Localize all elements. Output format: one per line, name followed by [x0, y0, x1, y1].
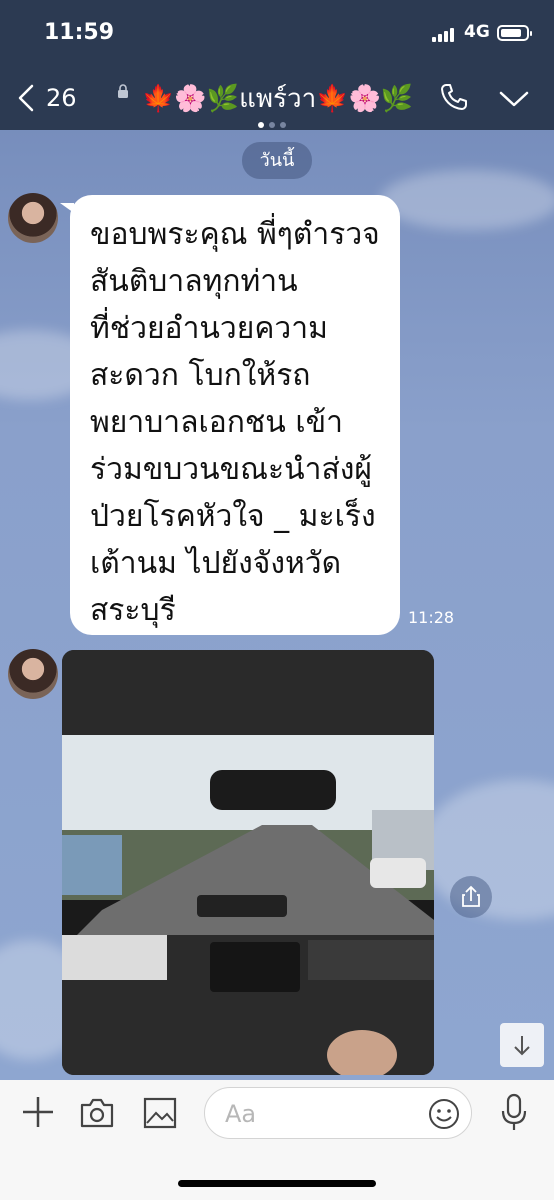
- message-time: 11:28: [408, 608, 455, 627]
- home-indicator: [178, 1180, 376, 1187]
- lock-icon: [118, 84, 128, 98]
- page-indicator: [258, 113, 291, 132]
- arrow-down-icon: [514, 1036, 530, 1056]
- microphone-icon[interactable]: [498, 1092, 530, 1132]
- signal-icon: [432, 28, 458, 42]
- message-input-field[interactable]: [204, 1087, 472, 1139]
- scroll-down-button[interactable]: [500, 1023, 544, 1067]
- unread-count: 26: [46, 84, 77, 112]
- phone-icon[interactable]: [439, 82, 469, 112]
- top-bar: 11:59 4G 26 🍁🌸🌿แพร์วา🍁🌸🌿: [0, 0, 554, 130]
- share-icon: [462, 885, 480, 907]
- camera-icon[interactable]: [79, 1096, 115, 1130]
- sender-avatar[interactable]: [8, 649, 58, 699]
- chevron-left-icon: [18, 84, 34, 112]
- plus-icon[interactable]: [20, 1094, 56, 1130]
- message-input[interactable]: [223, 1098, 417, 1130]
- chevron-down-icon[interactable]: [499, 89, 529, 109]
- share-button[interactable]: [450, 876, 492, 918]
- battery-icon: [497, 25, 532, 41]
- emoji-icon[interactable]: [427, 1097, 461, 1131]
- message-text: ขอบพระคุณ พี่ๆตำรวจ สันติบาลทุกท่าน ที่ช…: [90, 217, 380, 628]
- date-divider: วันนี้: [242, 142, 312, 179]
- sender-avatar[interactable]: [8, 193, 58, 243]
- message-bubble[interactable]: ขอบพระคุณ พี่ๆตำรวจ สันติบาลทุกท่าน ที่ช…: [60, 195, 400, 635]
- image-icon[interactable]: [142, 1096, 178, 1130]
- ambulance-view-photo: [62, 650, 434, 1075]
- status-time: 11:59: [44, 20, 115, 45]
- photo-message[interactable]: [62, 650, 434, 1075]
- network-label: 4G: [464, 22, 490, 42]
